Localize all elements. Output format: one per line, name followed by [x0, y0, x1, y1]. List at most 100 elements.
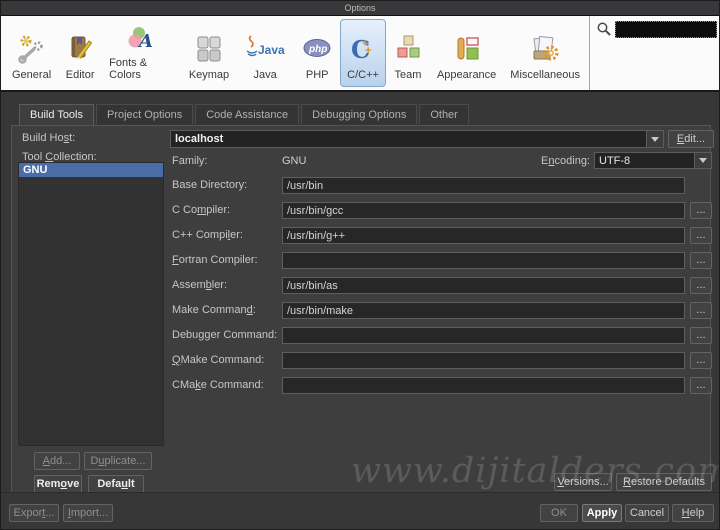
category-label: Team	[394, 69, 422, 81]
base-directory-field-wrap	[282, 177, 685, 194]
c-compiler-input[interactable]	[282, 202, 685, 219]
category-php[interactable]: php PHP	[294, 19, 340, 87]
qmake-command-browse-button[interactable]: ...	[690, 352, 712, 369]
category-label: Appearance	[436, 69, 497, 81]
import-button[interactable]: Import...	[63, 504, 113, 522]
ok-button[interactable]: OK	[540, 504, 578, 522]
search-input[interactable]	[615, 21, 717, 38]
category-appearance[interactable]: Appearance	[430, 19, 503, 87]
svg-text:A: A	[137, 31, 153, 52]
debugger-command-input[interactable]	[282, 327, 685, 344]
build-tools-panel: Build Host: Tool Collection: GNU Add... …	[11, 125, 714, 495]
category-keymap[interactable]: Keymap	[182, 19, 236, 87]
category-label: Fonts & Colors	[109, 57, 148, 81]
category-c-cpp[interactable]: C + + C/C++	[340, 19, 386, 87]
tab-other[interactable]: Other	[419, 104, 469, 124]
fortran-compiler-label: Fortran Compiler:	[172, 254, 258, 266]
window-title: Options	[344, 3, 376, 13]
cpp-compiler-browse-button[interactable]: ...	[690, 227, 712, 244]
layout-blocks-icon	[452, 31, 482, 67]
fonts-colors-icon: A	[126, 23, 158, 55]
c-compiler-field-wrap	[282, 202, 685, 219]
make-command-field-wrap	[282, 302, 685, 319]
family-label: Family:	[172, 155, 208, 167]
cmake-command-label: CMake Command:	[172, 379, 264, 391]
remove-button[interactable]: Remove	[34, 475, 82, 493]
category-label: Editor	[65, 69, 95, 81]
qmake-command-field-wrap	[282, 352, 685, 369]
dialog-button-bar: Export... Import... OK Apply Cancel Help	[1, 492, 719, 529]
build-host-label: Build Host:	[22, 132, 76, 144]
category-general[interactable]: General	[5, 19, 58, 87]
fortran-compiler-input[interactable]	[282, 252, 685, 269]
make-command-browse-button[interactable]: ...	[690, 302, 712, 319]
category-miscellaneous[interactable]: Miscellaneous	[503, 19, 587, 87]
tab-code-assistance[interactable]: Code Assistance	[195, 104, 300, 124]
category-fonts-colors[interactable]: A Fonts & Colors	[102, 19, 182, 87]
tab-project-options[interactable]: Project Options	[96, 104, 194, 124]
build-host-dropdown-button[interactable]	[646, 131, 663, 147]
export-button[interactable]: Export...	[9, 504, 59, 522]
cancel-button[interactable]: Cancel	[625, 504, 669, 522]
base-directory-label: Base Directory:	[172, 179, 248, 191]
category-toolbar: General Editor A Fonts & Colors Keymap J…	[1, 16, 719, 92]
tab-build-tools[interactable]: Build Tools	[19, 104, 94, 125]
cpp-compiler-field-wrap	[282, 227, 685, 244]
cmake-command-field-wrap	[282, 377, 685, 394]
assembler-label: Assembler:	[172, 279, 228, 291]
restore-defaults-button[interactable]: Restore Defaults	[616, 473, 712, 491]
versions-button[interactable]: Versions...	[554, 473, 612, 491]
encoding-value: UTF-8	[599, 154, 631, 167]
edit-button[interactable]: Edit...	[668, 130, 714, 148]
debugger-command-label: Debugger Command:	[172, 329, 278, 341]
default-button[interactable]: Default	[88, 475, 144, 493]
build-host-combo[interactable]: localhost	[170, 130, 664, 148]
fortran-compiler-browse-button[interactable]: ...	[690, 252, 712, 269]
category-label: General	[12, 69, 52, 81]
make-command-label: Make Command:	[172, 304, 256, 316]
chevron-down-icon	[651, 136, 659, 142]
category-editor[interactable]: Editor	[58, 19, 102, 87]
c-compiler-browse-button[interactable]: ...	[690, 202, 712, 219]
category-java[interactable]: Java Java	[236, 19, 294, 87]
assembler-field-wrap	[282, 277, 685, 294]
titlebar[interactable]: Options	[1, 1, 719, 16]
cubes-icon	[393, 31, 423, 67]
make-command-input[interactable]	[282, 302, 685, 319]
category-team[interactable]: Team	[386, 19, 430, 87]
assembler-browse-button[interactable]: ...	[690, 277, 712, 294]
options-body: Build Tools Project Options Code Assista…	[1, 92, 719, 529]
tool-collection-list[interactable]: GNU	[18, 162, 164, 446]
list-item-gnu[interactable]: GNU	[19, 163, 163, 177]
category-label: Miscellaneous	[510, 69, 580, 81]
php-logo-icon: php	[301, 31, 333, 67]
encoding-combo[interactable]: UTF-8	[594, 152, 712, 169]
qmake-command-input[interactable]	[282, 352, 685, 369]
category-strip: General Editor A Fonts & Colors Keymap J…	[1, 16, 589, 90]
qmake-command-label: QMake Command:	[172, 354, 265, 366]
category-label: Keymap	[188, 69, 230, 81]
gears-wrench-icon	[17, 31, 47, 67]
apply-button[interactable]: Apply	[582, 504, 622, 522]
category-label: Java	[253, 69, 277, 81]
cmake-command-input[interactable]	[282, 377, 685, 394]
assembler-input[interactable]	[282, 277, 685, 294]
tab-debugging-options[interactable]: Debugging Options	[301, 104, 418, 124]
category-label: C/C++	[347, 69, 379, 81]
cpp-compiler-input[interactable]	[282, 227, 685, 244]
duplicate-button[interactable]: Duplicate...	[84, 452, 152, 470]
base-directory-input[interactable]	[282, 177, 685, 194]
java-logo-icon: Java	[243, 31, 287, 67]
tab-bar: Build Tools Project Options Code Assista…	[19, 104, 469, 125]
c-cpp-icon: C + +	[348, 31, 378, 67]
debugger-command-browse-button[interactable]: ...	[690, 327, 712, 344]
add-button[interactable]: Add...	[34, 452, 80, 470]
options-dialog: Options General Editor A Fonts & Colors …	[0, 0, 720, 530]
category-label: PHP	[305, 69, 329, 81]
encoding-dropdown-button[interactable]	[694, 153, 711, 168]
cpp-compiler-label: C++ Compiler:	[172, 229, 243, 241]
help-button[interactable]: Help	[672, 504, 714, 522]
c-compiler-label: C Compiler:	[172, 204, 231, 216]
cmake-command-browse-button[interactable]: ...	[690, 377, 712, 394]
papers-gear-icon	[529, 31, 561, 67]
